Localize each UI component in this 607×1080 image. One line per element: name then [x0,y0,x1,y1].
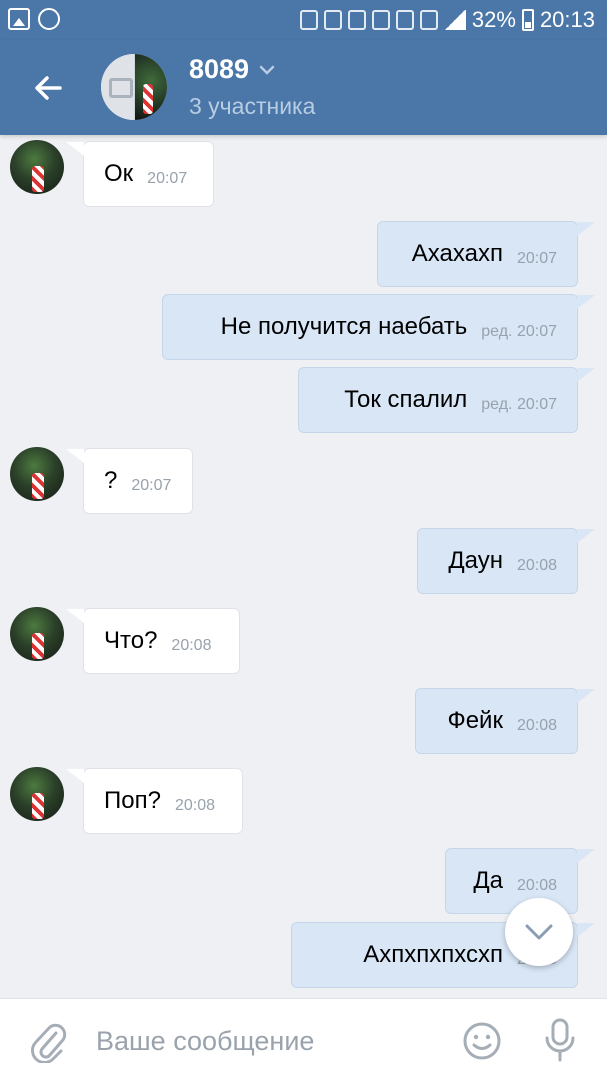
recycle-icon [299,10,318,30]
chat-title-button[interactable]: 8089 [189,54,275,85]
message-text: ? [104,467,118,494]
message-list[interactable]: Ок 20:07 Ахахахп 20:07 Не получится наебать р… [0,135,607,998]
time-value: 20:08 [171,637,212,654]
message-time: 20:07 [517,250,557,268]
chevron-down-icon [259,65,275,75]
message-composer [0,998,607,1080]
incoming-message[interactable]: Что? 20:08 [66,608,240,674]
participants-count: 3 участника [189,93,316,119]
message-text: Ахпхпхпхсхп [363,941,503,968]
alarm-icon [347,10,366,30]
edited-label: ред. [481,323,513,340]
sender-avatar[interactable] [10,447,64,501]
outgoing-message[interactable]: Даун 20:08 [417,528,595,594]
message-text: Что? [104,627,158,654]
microphone-icon[interactable] [540,1017,580,1063]
home-icon [395,10,414,30]
chat-title: 8089 [189,54,250,84]
message-time: 20:08 [171,637,211,655]
arrow-left-icon [35,76,62,100]
sim-icon [419,10,438,30]
whatsapp-icon [38,8,60,30]
back-button[interactable] [28,68,68,108]
message-time: 20:07 [147,170,187,188]
chevron-down-icon [525,924,553,940]
message-text: Не получится наебать [220,313,468,340]
incoming-message[interactable]: Поп? 20:08 [66,768,243,834]
message-time: 20:08 [517,717,557,735]
outgoing-message[interactable]: Ток спалил ред. 20:07 [298,367,595,433]
camera-icon [101,54,134,120]
message-time: 20:08 [517,557,557,575]
message-input[interactable] [96,1021,436,1061]
status-bar: 32% 20:13 [0,0,607,40]
time-value: 20:08 [516,877,557,894]
time-value: 20:08 [174,797,215,814]
battery-percent: 32% [471,7,516,32]
signal-icon [443,10,466,30]
sender-avatar[interactable] [10,767,64,821]
message-text: Ахахахп [411,240,503,267]
message-text: Поп? [104,787,161,814]
time-value: 20:07 [516,323,557,340]
scroll-down-button[interactable] [505,898,573,966]
clock: 20:13 [539,7,595,32]
message-time: ред. 20:07 [481,396,557,414]
message-text: Даун [448,547,503,574]
sender-avatar[interactable] [10,607,64,661]
message-text: Ок [104,160,134,187]
time-value: 20:07 [147,170,188,187]
sender-avatar[interactable] [10,140,64,194]
member-photo [135,54,167,120]
time-value: 20:08 [516,717,557,734]
wifi-icon [371,10,390,30]
message-time: 20:08 [517,877,557,895]
outgoing-message[interactable]: Ахахахп 20:07 [377,221,595,287]
message-text: Да [473,867,503,894]
time-value: 20:07 [516,250,557,267]
message-time: 20:07 [131,477,171,495]
paperclip-icon[interactable] [28,1019,68,1063]
message-time: 20:08 [175,797,215,815]
outgoing-message[interactable]: Фейк 20:08 [415,688,595,754]
smile-icon[interactable] [462,1021,502,1061]
outgoing-message[interactable]: Не получится наебать ред. 20:07 [162,294,595,360]
message-text: Фейк [447,707,503,734]
incoming-message[interactable]: Ок 20:07 [66,141,214,207]
edited-label: ред. [481,396,513,413]
message-text: Ток спалил [344,386,468,413]
time-value: 20:07 [516,396,557,413]
chat-avatar[interactable] [101,54,167,120]
incoming-message[interactable]: ? 20:07 [66,448,193,514]
battery-icon [521,9,534,31]
mute-icon [323,10,342,30]
time-value: 20:07 [131,477,172,494]
chat-header: 8089 3 участника [0,40,607,135]
message-time: ред. 20:07 [481,323,557,341]
gallery-icon [8,8,30,30]
time-value: 20:08 [516,557,557,574]
